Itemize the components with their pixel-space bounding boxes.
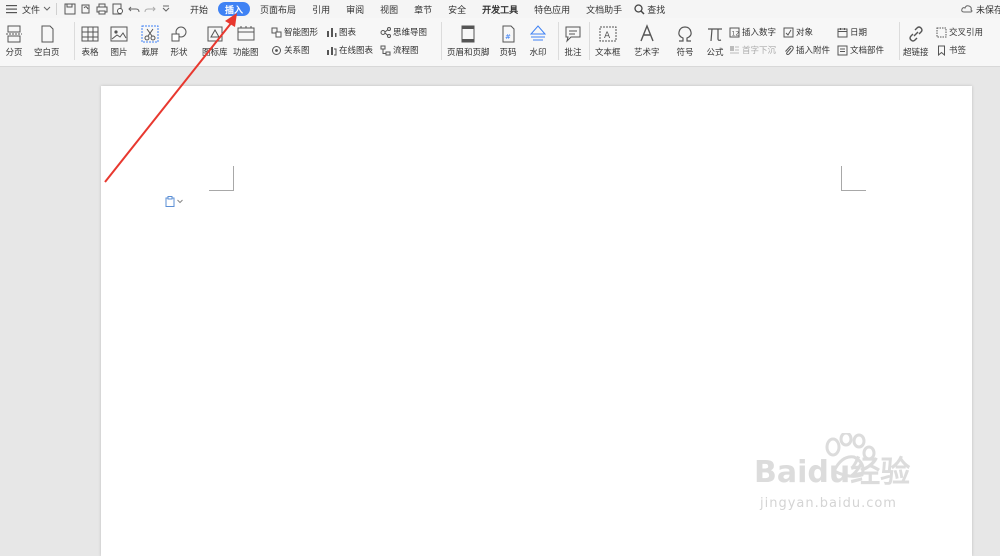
baidu-watermark: Baidu经验 jingyan.baidu.com: [740, 433, 950, 525]
watermark-brand: Baidu经验: [754, 455, 911, 490]
watermark-url: jingyan.baidu.com: [760, 496, 897, 511]
